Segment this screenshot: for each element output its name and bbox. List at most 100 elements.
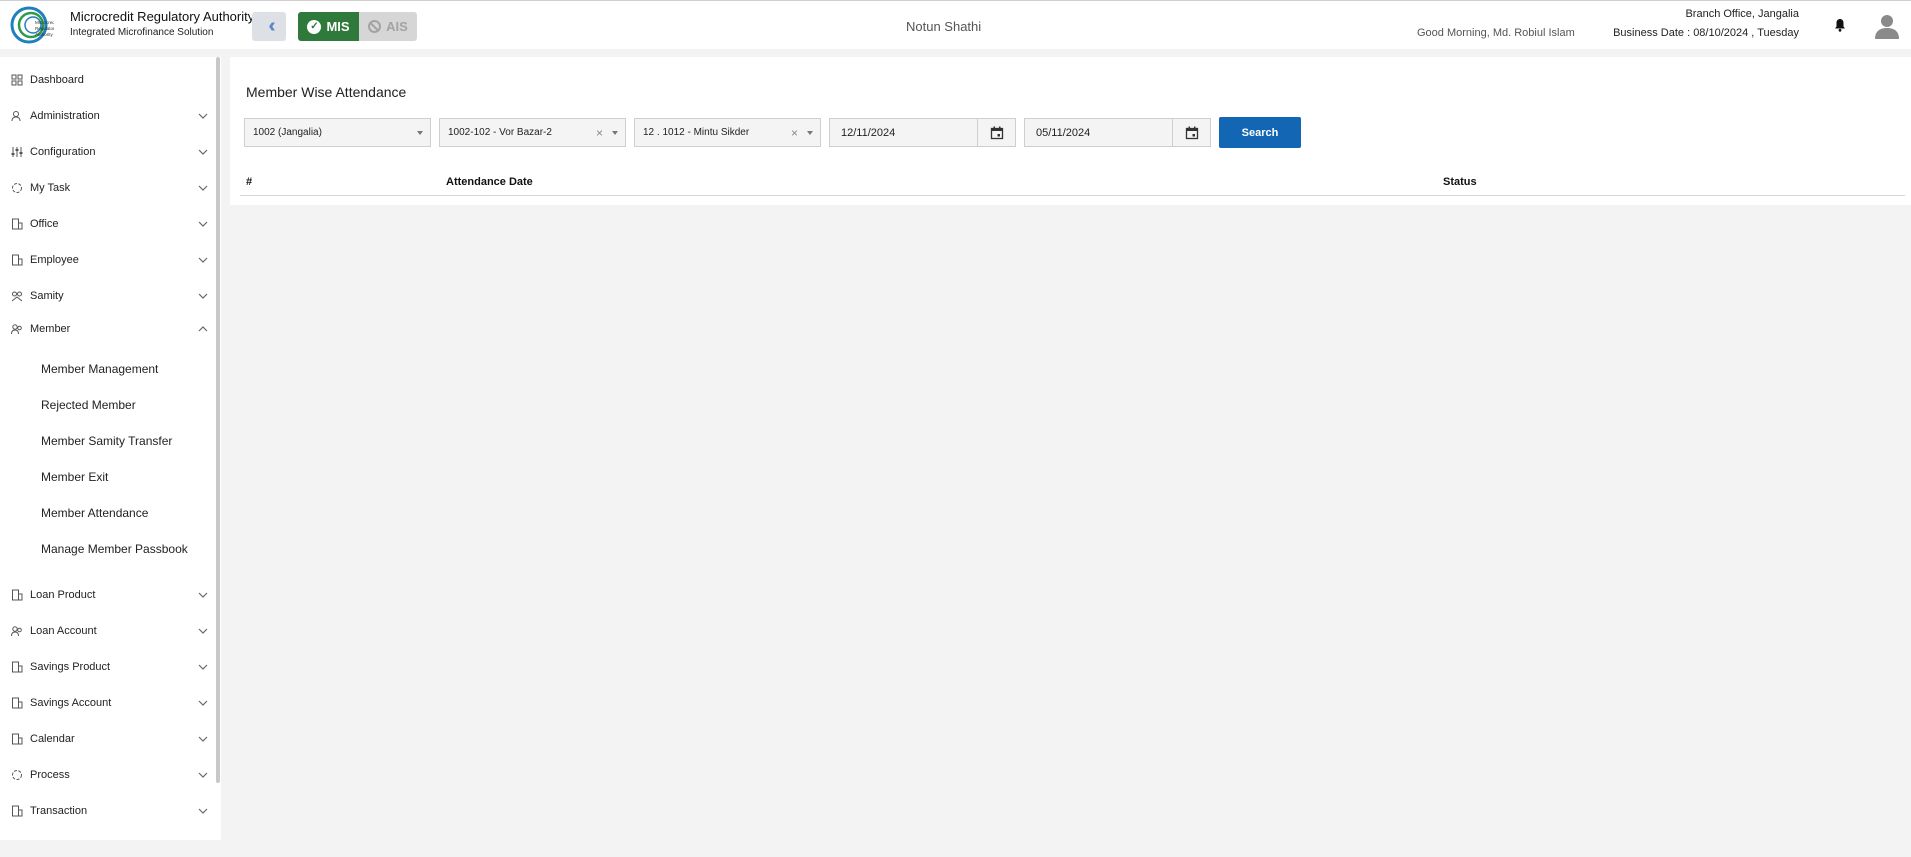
sidebar-item-label: Dashboard (30, 74, 84, 86)
submenu-member-samity-transfer[interactable]: Member Samity Transfer (41, 434, 172, 448)
calendar-icon (990, 126, 1003, 139)
sidebar-item-label: Loan Product (30, 589, 96, 601)
chevron-down-icon (198, 772, 208, 778)
svg-text:Microcredit: Microcredit (35, 20, 54, 25)
sidebar-item-configuration[interactable]: Configuration (0, 137, 214, 167)
chevron-down-icon (198, 113, 208, 119)
sidebar-item-label: Samity (30, 290, 64, 302)
sidebar-item-loan-product[interactable]: Loan Product (0, 580, 214, 610)
office-select[interactable]: 1002 (Jangalia) (244, 118, 431, 147)
employee-icon (12, 254, 23, 266)
sidebar-item-label: Member (30, 323, 71, 335)
chevron-up-icon (198, 326, 208, 332)
svg-text:Authority: Authority (35, 32, 54, 37)
date-from-value: 12/11/2024 (841, 126, 896, 139)
chevron-down-icon (198, 736, 208, 742)
ban-icon (368, 20, 382, 33)
chevron-down-icon (198, 293, 208, 299)
transaction-icon (12, 805, 23, 817)
sidebar-item-employee[interactable]: Employee (0, 245, 214, 275)
sidebar-item-savings-product[interactable]: Savings Product (0, 652, 214, 682)
check-circle-icon: ✓ (307, 19, 322, 34)
ais-mode-button[interactable]: AIS (359, 12, 417, 41)
clear-icon[interactable]: × (791, 126, 798, 140)
sidebar-item-loan-account[interactable]: Loan Account (0, 616, 214, 646)
samity-select[interactable]: 1002-102 - Vor Bazar-2 × (439, 118, 626, 147)
chevron-down-icon (198, 185, 208, 191)
table-header-divider (240, 195, 1905, 196)
sidebar-item-dashboard[interactable]: Dashboard (0, 65, 214, 95)
chevron-down-icon (198, 628, 208, 634)
bell-icon[interactable] (1833, 18, 1847, 32)
dashboard-icon (11, 74, 23, 86)
sidebar-scrollbar[interactable] (216, 57, 220, 783)
date-to-value: 05/11/2024 (1036, 126, 1091, 139)
sidebar-item-label: Savings Product (30, 661, 111, 673)
chevron-down-icon (198, 808, 208, 814)
mis-label: MIS (326, 19, 350, 34)
search-button[interactable]: Search (1219, 117, 1301, 148)
task-icon (12, 183, 22, 193)
chevron-down-icon (198, 700, 208, 706)
sidebar-item-transaction[interactable]: Transaction (0, 796, 214, 826)
date-from-picker-button[interactable] (977, 119, 1015, 146)
mra-logo: Microcredit Regulatory Authority (10, 6, 54, 44)
administration-icon (11, 111, 21, 122)
mis-mode-button[interactable]: ✓ MIS (298, 12, 359, 41)
submenu-member-exit[interactable]: Member Exit (41, 470, 108, 484)
top-header: Microcredit Regulatory Authority Microcr… (0, 0, 1911, 49)
caret-down-icon (417, 131, 423, 135)
sidebar-item-samity[interactable]: Samity (0, 281, 214, 311)
date-to-picker-button[interactable] (1172, 119, 1210, 146)
calendar-icon (1185, 126, 1198, 139)
chevron-down-icon (198, 664, 208, 670)
savings-product-icon (12, 661, 23, 673)
submenu-member-management[interactable]: Member Management (41, 362, 158, 376)
loan-product-icon (12, 589, 23, 601)
sidebar-item-label: Savings Account (30, 697, 112, 709)
double-chevron-left-icon: ‹‹ (268, 15, 277, 37)
caret-down-icon (612, 131, 618, 135)
sidebar-item-my-task[interactable]: My Task (0, 173, 214, 203)
submenu-manage-member-passbook[interactable]: Manage Member Passbook (41, 542, 188, 556)
collapse-sidebar-button[interactable]: ‹‹ (252, 12, 286, 41)
submenu-member-attendance[interactable]: Member Attendance (41, 506, 148, 520)
caret-down-icon (807, 131, 813, 135)
configuration-icon (11, 147, 23, 157)
member-icon (11, 324, 22, 335)
member-select[interactable]: 12 . 1012 - Mintu Sikder × (634, 118, 821, 147)
sidebar-item-process[interactable]: Process (0, 760, 214, 790)
sidebar-item-calendar[interactable]: Calendar (0, 724, 214, 754)
org-subtitle: Integrated Microfinance Solution (70, 27, 214, 38)
chevron-down-icon (198, 149, 208, 155)
sidebar-item-administration[interactable]: Administration (0, 101, 214, 131)
date-to-field[interactable]: 05/11/2024 (1024, 118, 1211, 147)
ais-label: AIS (386, 19, 408, 34)
project-name: Notun Shathi (906, 19, 982, 34)
sidebar-item-label: Process (30, 769, 70, 781)
user-avatar[interactable] (1874, 13, 1900, 39)
column-header-status: Status (1443, 176, 1477, 188)
office-select-value: 1002 (Jangalia) (253, 127, 322, 138)
greeting-text: Good Morning, Md. Robiul Islam (1417, 27, 1575, 39)
sidebar-item-label: Calendar (30, 733, 75, 745)
loan-account-icon (11, 626, 22, 637)
sidebar-item-label: Administration (30, 110, 100, 122)
sidebar-item-label: Configuration (30, 146, 96, 158)
date-from-field[interactable]: 12/11/2024 (829, 118, 1016, 147)
clear-icon[interactable]: × (596, 126, 603, 140)
column-header-index: # (246, 176, 253, 188)
sidebar-item-member[interactable]: Member (0, 314, 214, 344)
business-date: Business Date : 08/10/2024 , Tuesday (1613, 27, 1799, 39)
sidebar-item-label: Office (30, 218, 59, 230)
sidebar-item-label: My Task (30, 182, 71, 194)
chevron-down-icon (198, 592, 208, 598)
chevron-down-icon (198, 257, 208, 263)
sidebar-item-office[interactable]: Office (0, 209, 214, 239)
sidebar-item-label: Transaction (30, 805, 88, 817)
sidebar: Dashboard Administration Configuration M… (0, 57, 221, 840)
submenu-rejected-member[interactable]: Rejected Member (41, 398, 136, 412)
office-icon (12, 218, 23, 230)
sidebar-item-savings-account[interactable]: Savings Account (0, 688, 214, 718)
process-icon (12, 770, 22, 780)
